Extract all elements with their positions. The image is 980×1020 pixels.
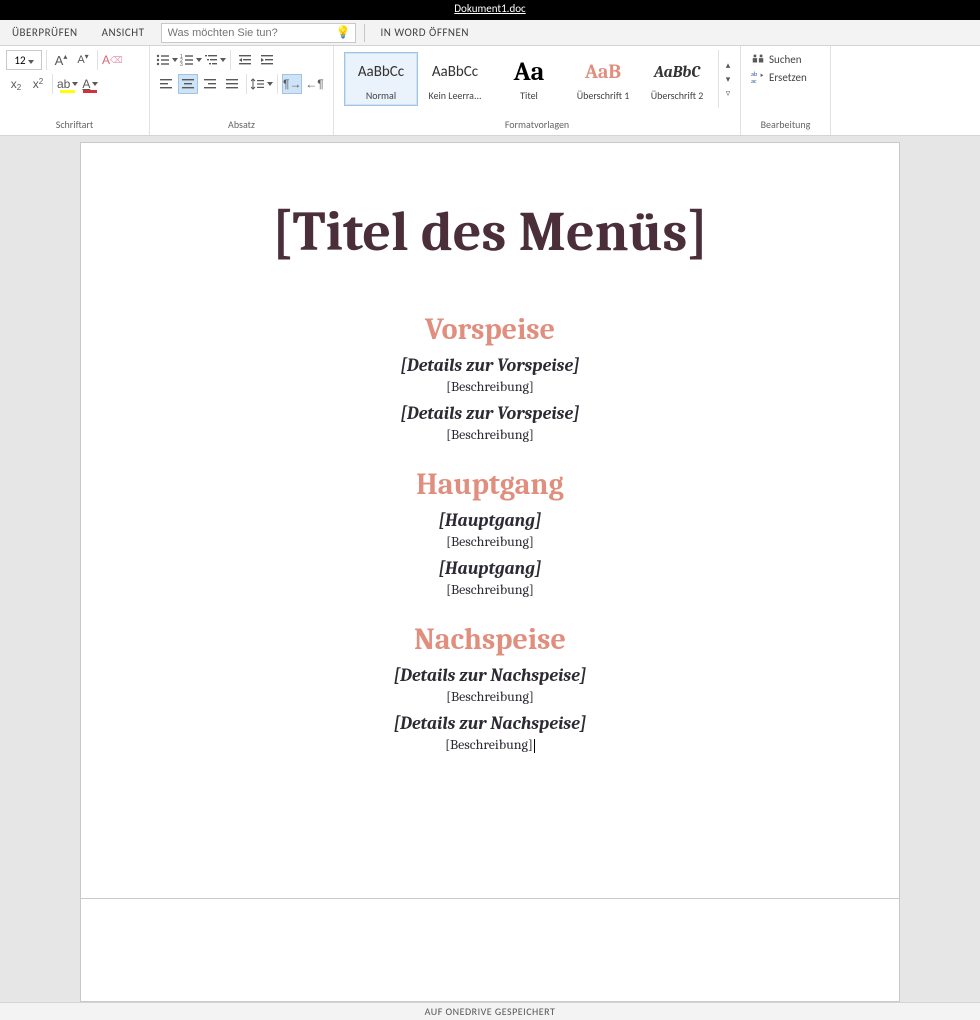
style-sample: AaBbC [654, 57, 700, 87]
increase-indent-button[interactable] [257, 50, 277, 70]
tab-review[interactable]: ÜBERPRÜFEN [0, 20, 90, 45]
style-title[interactable]: Aa Titel [492, 52, 566, 106]
ribbon-tabs: ÜBERPRÜFEN ANSICHT 💡 IN WORD ÖFFNEN [0, 20, 980, 46]
style-name: Überschrift 1 [577, 89, 630, 102]
divider [364, 24, 365, 42]
rtl-direction-button[interactable]: ←¶ [304, 74, 324, 94]
style-sample: AaB [585, 57, 621, 87]
binoculars-icon [751, 52, 765, 66]
document-canvas[interactable]: [Titel des Menüs] Vorspeise [Details zur… [0, 136, 980, 1002]
item-description[interactable]: [Beschreibung] [141, 736, 839, 753]
line-spacing-button[interactable] [251, 74, 273, 94]
svg-text:3: 3 [180, 62, 183, 67]
item-description[interactable]: [Beschreibung] [141, 426, 839, 443]
item-description[interactable]: [Beschreibung] [141, 581, 839, 598]
tab-view[interactable]: ANSICHT [90, 20, 157, 45]
style-sample: AaBbCc [432, 57, 478, 87]
title-bar: Dokument1.doc [0, 0, 980, 20]
grow-font-button[interactable]: A▴ [51, 50, 71, 70]
style-normal[interactable]: AaBbCc Normal [344, 52, 418, 106]
styles-more-button[interactable]: ▴ ▾ ▿ [718, 50, 734, 108]
item-heading[interactable]: [Details zur Vorspeise] [141, 355, 839, 376]
font-color-button[interactable]: A [80, 74, 100, 94]
style-name: Titel [520, 89, 538, 102]
style-sample: AaBbCc [358, 57, 404, 87]
tell-me-input[interactable] [162, 27, 322, 39]
style-heading1[interactable]: AaB Überschrift 1 [566, 52, 640, 106]
style-name: Überschrift 2 [651, 89, 704, 102]
highlight-button[interactable]: ab [57, 74, 78, 94]
chevron-up-icon: ▴ [722, 58, 734, 72]
group-paragraph-label: Absatz [156, 116, 327, 133]
ribbon: 12 A▴ A▾ A⌫ x2 x2 ab A Schriftart [0, 46, 980, 136]
item-description[interactable]: [Beschreibung] [141, 688, 839, 705]
item-heading[interactable]: [Details zur Nachspeise] [141, 713, 839, 734]
find-label: Suchen [769, 53, 802, 66]
more-icon: ▿ [722, 86, 734, 100]
item-heading[interactable]: [Hauptgang] [141, 510, 839, 531]
align-left-button[interactable] [156, 74, 176, 94]
section-heading[interactable]: Hauptgang [141, 467, 839, 502]
group-styles-label: Formatvorlagen [340, 116, 734, 133]
font-size-combo[interactable]: 12 [6, 50, 42, 70]
item-description[interactable]: [Beschreibung] [141, 378, 839, 395]
multilevel-list-button[interactable] [204, 50, 226, 70]
svg-text:ac: ac [751, 77, 757, 84]
style-no-spacing[interactable]: AaBbCc Kein Leerra... [418, 52, 492, 106]
superscript-button[interactable]: x2 [28, 74, 48, 94]
align-center-button[interactable] [178, 74, 198, 94]
subscript-button[interactable]: x2 [6, 74, 26, 94]
style-name: Normal [366, 89, 396, 102]
replace-label: Ersetzen [769, 71, 807, 84]
item-heading[interactable]: [Hauptgang] [141, 558, 839, 579]
open-in-word-button[interactable]: IN WORD ÖFFNEN [369, 20, 482, 45]
section-heading[interactable]: Vorspeise [141, 312, 839, 347]
style-name: Kein Leerra... [428, 89, 481, 102]
page[interactable]: [Titel des Menüs] Vorspeise [Details zur… [80, 142, 900, 1002]
style-sample: Aa [514, 57, 545, 87]
item-description[interactable]: [Beschreibung] [141, 533, 839, 550]
document-name: Dokument1.doc [454, 2, 525, 15]
chevron-down-icon: ▾ [722, 72, 734, 86]
tell-me-box[interactable]: 💡 [161, 23, 356, 43]
status-bar: AUF ONEDRIVE GESPEICHERT [0, 1002, 980, 1020]
style-heading2[interactable]: AaBbC Überschrift 2 [640, 52, 714, 106]
decrease-indent-button[interactable] [235, 50, 255, 70]
find-button[interactable]: Suchen [747, 50, 824, 68]
shrink-font-button[interactable]: A▾ [73, 50, 93, 70]
item-heading[interactable]: [Details zur Nachspeise] [141, 665, 839, 686]
replace-button[interactable]: abac Ersetzen [747, 68, 824, 86]
align-right-button[interactable] [200, 74, 220, 94]
group-editing: Suchen abac Ersetzen Bearbeitung [741, 46, 831, 135]
group-font-label: Schriftart [6, 116, 143, 133]
justify-button[interactable] [222, 74, 242, 94]
group-editing-label: Bearbeitung [747, 116, 824, 133]
ltr-direction-button[interactable]: ¶→ [282, 74, 302, 94]
page-break-line [80, 898, 900, 899]
clear-formatting-button[interactable]: A⌫ [102, 50, 123, 70]
lightbulb-icon: 💡 [336, 25, 351, 40]
group-font: 12 A▴ A▾ A⌫ x2 x2 ab A Schriftart [0, 46, 150, 135]
document-title[interactable]: [Titel des Menüs] [141, 203, 839, 262]
styles-gallery[interactable]: AaBbCc Normal AaBbCc Kein Leerra... Aa T… [340, 50, 718, 108]
numbering-button[interactable]: 123 [180, 50, 202, 70]
group-styles: AaBbCc Normal AaBbCc Kein Leerra... Aa T… [334, 46, 741, 135]
section-heading[interactable]: Nachspeise [141, 622, 839, 657]
replace-icon: abac [751, 70, 765, 84]
item-heading[interactable]: [Details zur Vorspeise] [141, 403, 839, 424]
group-paragraph: 123 ¶→ [150, 46, 334, 135]
bullets-button[interactable] [156, 50, 178, 70]
save-status: AUF ONEDRIVE GESPEICHERT [425, 1005, 556, 1018]
